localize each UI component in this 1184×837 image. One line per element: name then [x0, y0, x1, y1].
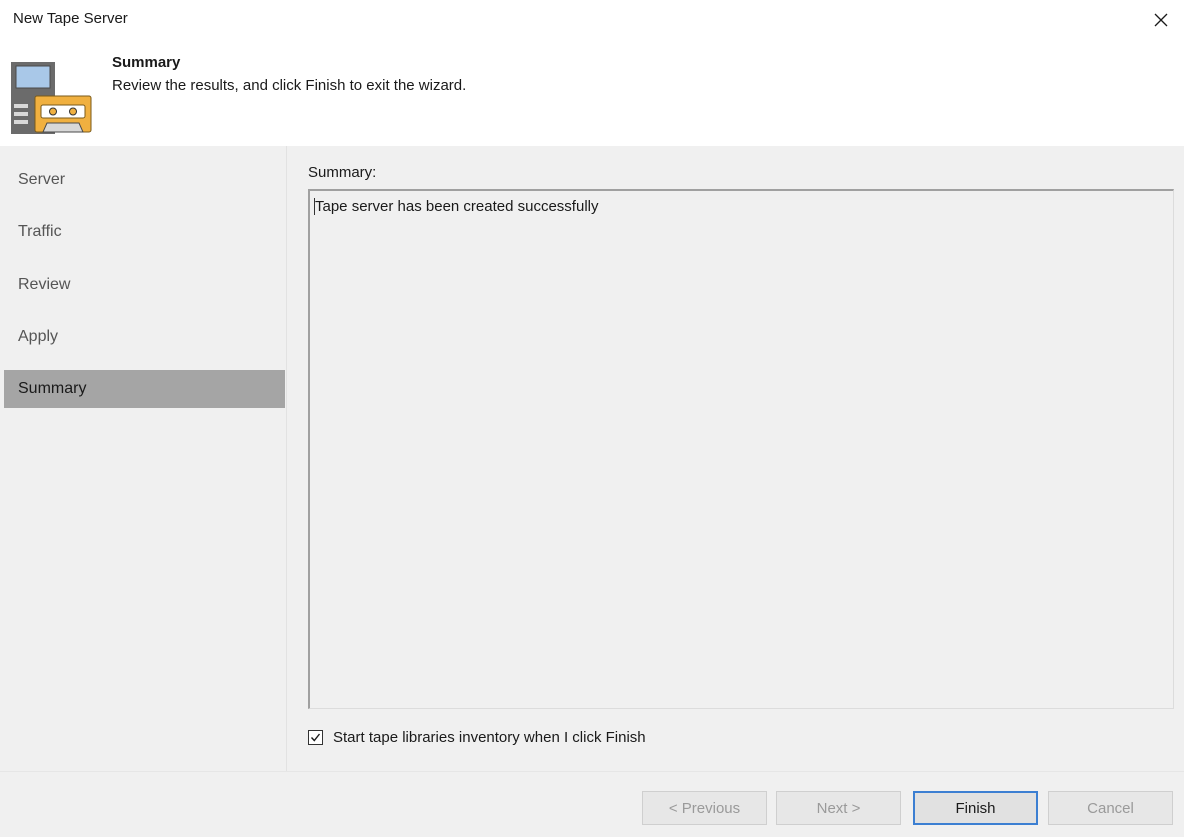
close-icon	[1154, 13, 1168, 27]
inventory-checkbox-row[interactable]: Start tape libraries inventory when I cl…	[308, 729, 646, 746]
wizard-header: Summary Review the results, and click Fi…	[0, 40, 1184, 146]
step-subtitle: Review the results, and click Finish to …	[112, 77, 467, 94]
title-bar: New Tape Server	[0, 0, 1184, 40]
wizard-steps-sidebar: Server Traffic Review Apply Summary	[0, 146, 286, 771]
summary-text: Tape server has been created successfull…	[314, 198, 599, 215]
summary-label: Summary:	[308, 164, 377, 181]
window-title: New Tape Server	[13, 10, 128, 27]
wizard-window: New Tape Server Summary Review the resul…	[0, 0, 1184, 837]
step-title: Summary	[112, 54, 181, 71]
sidebar-item-summary[interactable]: Summary	[4, 370, 285, 408]
tape-server-icon	[11, 62, 92, 134]
sidebar-item-apply[interactable]: Apply	[4, 318, 285, 356]
sidebar-item-review[interactable]: Review	[4, 266, 285, 304]
summary-panel: Summary: Tape server has been created su…	[286, 146, 1184, 771]
inventory-checkbox[interactable]	[308, 730, 323, 745]
next-button[interactable]: Next >	[776, 791, 901, 825]
sidebar-item-server[interactable]: Server	[4, 161, 285, 199]
close-button[interactable]	[1138, 0, 1184, 40]
previous-button[interactable]: < Previous	[642, 791, 767, 825]
sidebar-item-traffic[interactable]: Traffic	[4, 213, 285, 251]
inventory-checkbox-label: Start tape libraries inventory when I cl…	[333, 729, 646, 746]
summary-text-area[interactable]: Tape server has been created successfull…	[308, 189, 1174, 709]
cancel-button[interactable]: Cancel	[1048, 791, 1173, 825]
wizard-footer: < Previous Next > Finish Cancel	[0, 771, 1184, 837]
finish-button[interactable]: Finish	[913, 791, 1038, 825]
checkmark-icon	[310, 733, 321, 742]
